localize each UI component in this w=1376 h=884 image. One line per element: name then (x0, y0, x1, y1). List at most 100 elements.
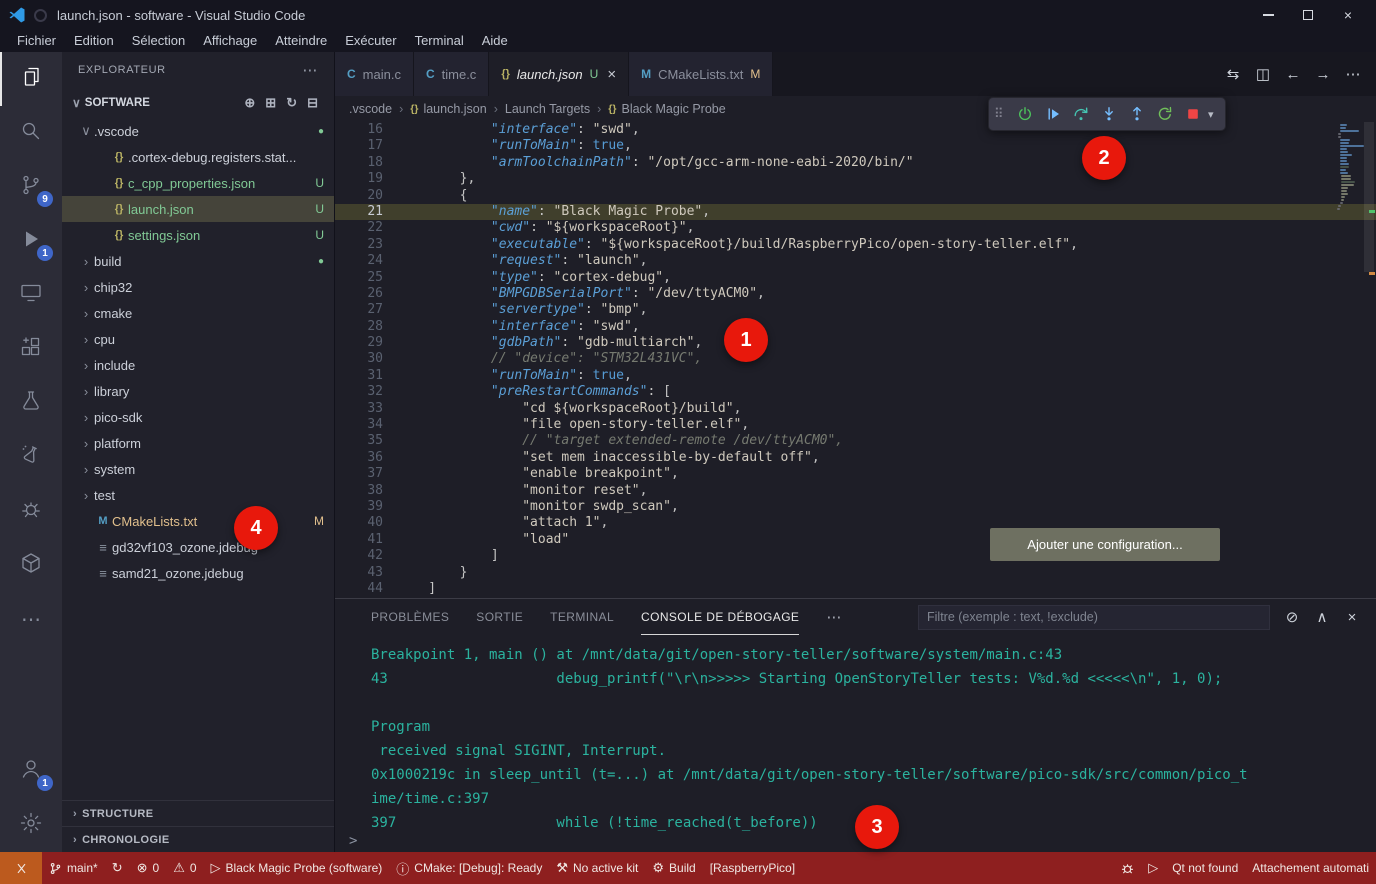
tree-item-samd21-ozone-jdebug[interactable]: ≡samd21_ozone.jdebug (62, 560, 334, 586)
tree-item-cmake[interactable]: ›cmake (62, 300, 334, 326)
menu-exécuter[interactable]: Exécuter (336, 30, 405, 52)
step-into-button[interactable] (1096, 101, 1122, 127)
minimap[interactable] (1336, 124, 1362, 211)
activity-accounts[interactable]: 1 (0, 744, 62, 798)
restart-button[interactable] (1152, 101, 1178, 127)
maximize-button[interactable] (1288, 0, 1328, 30)
activity-run-and-debug[interactable]: 1 (0, 214, 62, 268)
new-file-icon[interactable]: ⊕ (244, 95, 255, 111)
drag-grip-icon[interactable]: ⠿ (994, 106, 1010, 122)
minimize-button[interactable] (1248, 0, 1288, 30)
code-line-35[interactable]: 35 // "target extended-remote /dev/ttyAC… (335, 433, 1376, 449)
activity-spider[interactable] (0, 484, 62, 538)
close-tab-icon[interactable]: × (607, 66, 616, 83)
refresh-icon[interactable]: ↻ (286, 95, 297, 111)
tree-item-test[interactable]: ›test (62, 482, 334, 508)
menu-aide[interactable]: Aide (473, 30, 517, 52)
tree-item-pico-sdk[interactable]: ›pico-sdk (62, 404, 334, 430)
code-line-19[interactable]: 19 }, (335, 171, 1376, 187)
stop-dropdown-icon[interactable]: ▾ (1208, 108, 1220, 121)
activity-extensions[interactable] (0, 322, 62, 376)
tree-item-include[interactable]: ›include (62, 352, 334, 378)
status-qt[interactable]: Qt not found (1165, 852, 1245, 884)
stop-button[interactable] (1180, 101, 1206, 127)
editor-scrollbar[interactable] (1364, 122, 1374, 272)
tree-item-chip32[interactable]: ›chip32 (62, 274, 334, 300)
navigate-forward-icon[interactable]: → (1310, 61, 1336, 87)
tab-time-c[interactable]: Ctime.c (414, 52, 489, 96)
step-over-button[interactable] (1068, 101, 1094, 127)
status-debug-bug[interactable] (1114, 852, 1141, 884)
tree-item--vscode[interactable]: ∨.vscode● (62, 118, 334, 144)
debug-console-filter-input[interactable] (918, 605, 1270, 630)
status-run[interactable]: ▷ (1141, 852, 1165, 884)
maximize-panel-icon[interactable]: ∧ (1310, 605, 1334, 629)
activity-search[interactable] (0, 106, 62, 160)
close-panel-icon[interactable]: × (1340, 605, 1364, 629)
panel-tab-console-de-d-bogage[interactable]: CONSOLE DE DÉBOGAGE (641, 599, 799, 635)
menu-sélection[interactable]: Sélection (123, 30, 194, 52)
code-line-37[interactable]: 37 "enable breakpoint", (335, 466, 1376, 482)
tab-launch-json[interactable]: {}launch.jsonU× (489, 52, 629, 96)
activity-source-control[interactable]: 9 (0, 160, 62, 214)
breadcrumb-item[interactable]: .vscode (349, 102, 392, 116)
tree-item-c-cpp-properties-json[interactable]: {}c_cpp_properties.jsonU (62, 170, 334, 196)
menu-terminal[interactable]: Terminal (406, 30, 473, 52)
status-kit[interactable]: ⚒No active kit (549, 852, 645, 884)
section-timeline[interactable]: › CHRONOLOGIE (62, 826, 334, 852)
activity-package[interactable] (0, 538, 62, 592)
status-variant[interactable]: [RaspberryPico] (703, 852, 802, 884)
code-line-36[interactable]: 36 "set mem inaccessible-by-default off"… (335, 450, 1376, 466)
activity-flask[interactable] (0, 430, 62, 484)
code-line-38[interactable]: 38 "monitor reset", (335, 483, 1376, 499)
section-structure[interactable]: › STRUCTURE (62, 800, 334, 826)
menu-fichier[interactable]: Fichier (8, 30, 65, 52)
code-line-27[interactable]: 27 "servertype": "bmp", (335, 302, 1376, 318)
tree-item-library[interactable]: ›library (62, 378, 334, 404)
status-errors[interactable]: ⊗0 (130, 852, 167, 884)
open-changes-icon[interactable]: ⇆ (1220, 61, 1246, 87)
tree-item-launch-json[interactable]: {}launch.jsonU (62, 196, 334, 222)
code-line-25[interactable]: 25 "type": "cortex-debug", (335, 270, 1376, 286)
code-line-23[interactable]: 23 "executable": "${workspaceRoot}/build… (335, 237, 1376, 253)
collapse-all-icon[interactable]: ⊟ (307, 95, 318, 111)
code-line-22[interactable]: 22 "cwd": "${workspaceRoot}", (335, 220, 1376, 236)
tree-item-gd32vf103-ozone-jdebug[interactable]: ≡gd32vf103_ozone.jdebug (62, 534, 334, 560)
breadcrumb-item[interactable]: {}launch.json (410, 102, 486, 116)
status-git-branch[interactable]: main* (42, 852, 105, 884)
debug-console-prompt[interactable]: > (349, 833, 357, 849)
step-out-button[interactable] (1124, 101, 1150, 127)
code-line-28[interactable]: 28 "interface": "swd", (335, 319, 1376, 335)
continue-button[interactable] (1040, 101, 1066, 127)
activity-testing[interactable] (0, 376, 62, 430)
code-line-26[interactable]: 26 "BMPGDBSerialPort": "/dev/ttyACM0", (335, 286, 1376, 302)
status-sync[interactable]: ↻ (105, 852, 130, 884)
status-debug-target[interactable]: ▷Black Magic Probe (software) (204, 852, 390, 884)
panel-tab-probl-mes[interactable]: PROBLÈMES (371, 599, 449, 635)
tree-item-system[interactable]: ›system (62, 456, 334, 482)
explorer-more-icon[interactable]: ⋯ (302, 61, 318, 79)
activity-more[interactable]: ⋯ (0, 592, 62, 646)
tree-item--cortex-debug-registers-stat-[interactable]: {}.cortex-debug.registers.stat... (62, 144, 334, 170)
close-button[interactable]: × (1328, 0, 1368, 30)
code-line-17[interactable]: 17 "runToMain": true, (335, 138, 1376, 154)
split-editor-icon[interactable]: ◫ (1250, 61, 1276, 87)
breadcrumb-item[interactable]: {}Black Magic Probe (608, 102, 725, 116)
code-line-30[interactable]: 30 // "device": "STM32L431VC", (335, 351, 1376, 367)
tree-item-platform[interactable]: ›platform (62, 430, 334, 456)
menu-affichage[interactable]: Affichage (194, 30, 266, 52)
clear-console-icon[interactable]: ⊘ (1280, 605, 1304, 629)
code-line-33[interactable]: 33 "cd ${workspaceRoot}/build", (335, 401, 1376, 417)
activity-explorer[interactable] (0, 52, 62, 106)
code-line-34[interactable]: 34 "file open-story-teller.elf", (335, 417, 1376, 433)
navigate-back-icon[interactable]: ← (1280, 61, 1306, 87)
new-folder-icon[interactable]: ⊞ (265, 95, 276, 111)
tree-item-cpu[interactable]: ›cpu (62, 326, 334, 352)
status-warnings[interactable]: ⚠0 (166, 852, 203, 884)
code-line-44[interactable]: 44 ] (335, 581, 1376, 597)
status-cmake-status[interactable]: ⓘCMake: [Debug]: Ready (389, 852, 549, 884)
tree-item-cmakelists-txt[interactable]: MCMakeLists.txtM (62, 508, 334, 534)
menu-atteindre[interactable]: Atteindre (266, 30, 336, 52)
tree-item-build[interactable]: ›build● (62, 248, 334, 274)
code-line-20[interactable]: 20 { (335, 188, 1376, 204)
